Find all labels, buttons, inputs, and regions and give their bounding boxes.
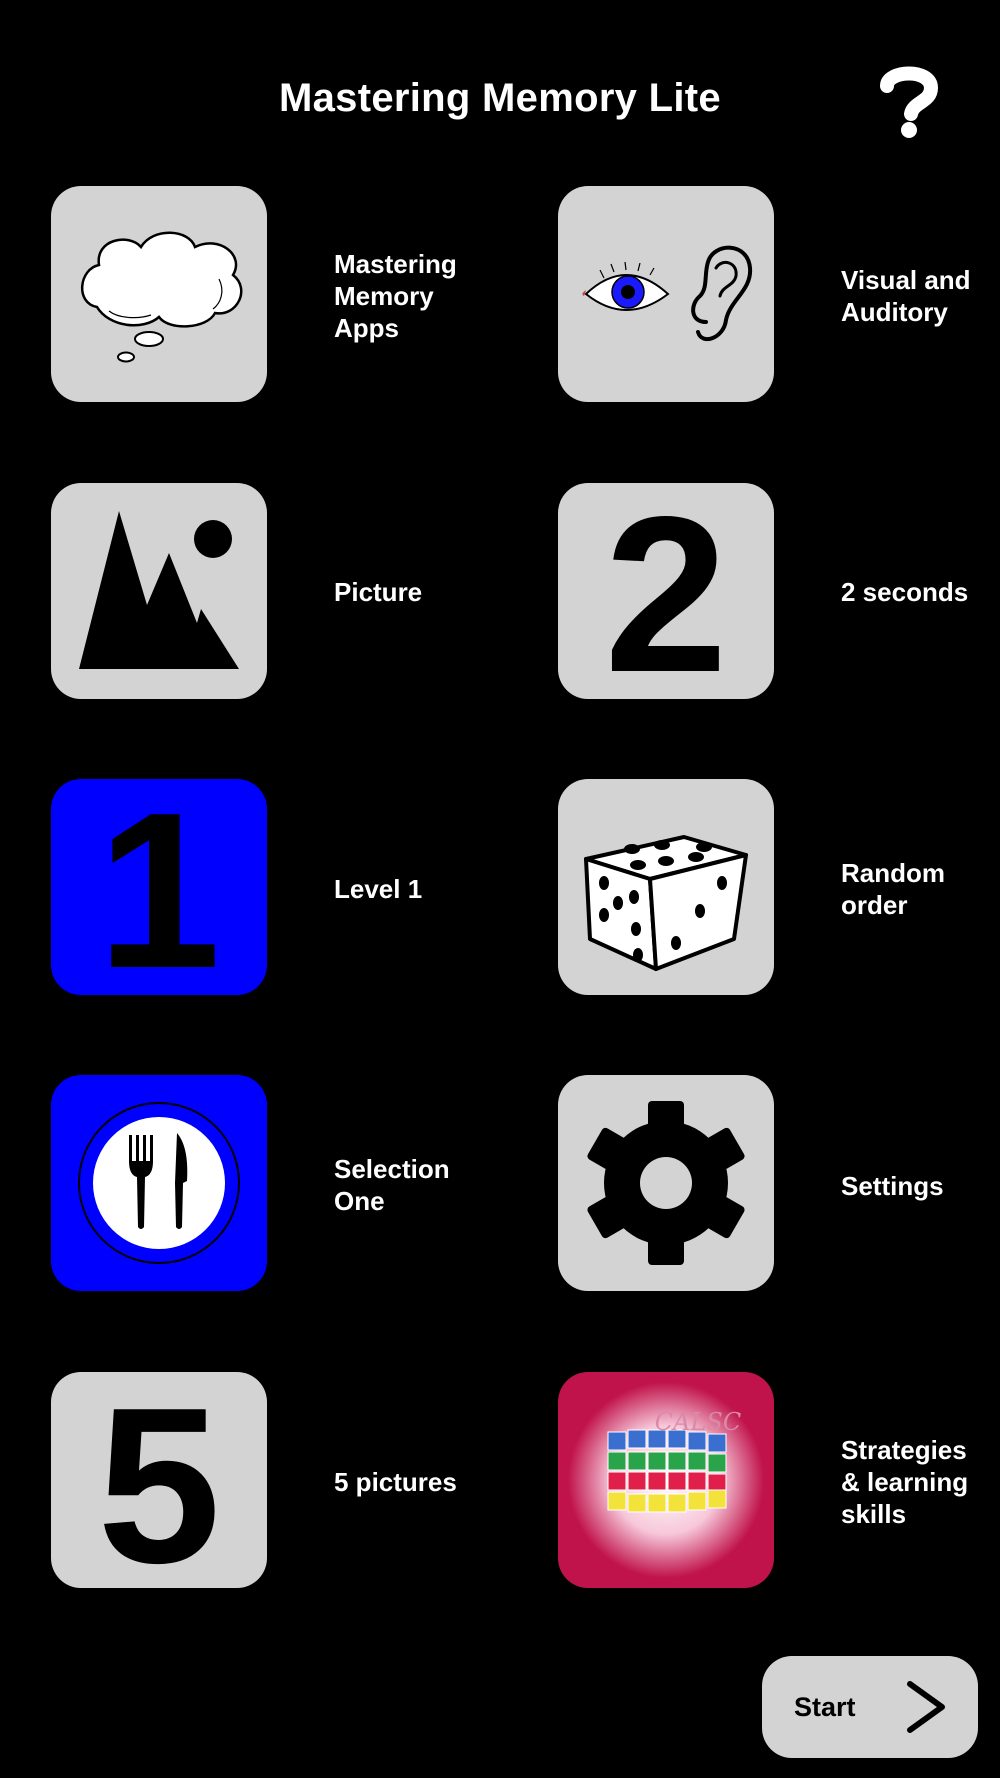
- option-tile-settings[interactable]: [558, 1075, 774, 1291]
- option-tile-level-1[interactable]: 1: [51, 779, 267, 995]
- option-label: Selection One: [334, 1154, 450, 1216]
- start-button[interactable]: Start: [762, 1656, 978, 1758]
- option-label: Strategies & learning skills: [841, 1435, 969, 1529]
- chevron-right-icon: [907, 1681, 945, 1733]
- plate-fork-knife-icon: [78, 1102, 240, 1264]
- calsc-logo-icon: CALSC: [568, 1382, 764, 1578]
- option-label: 5 pictures: [334, 1467, 457, 1497]
- option-label: Visual and Auditory: [841, 265, 971, 327]
- option-tile-selection-one[interactable]: [51, 1075, 267, 1291]
- gear-icon: [587, 1101, 745, 1265]
- picture-icon: [79, 511, 239, 669]
- option-label: 2 seconds: [841, 577, 969, 607]
- option-tile-2-seconds[interactable]: 2: [558, 483, 774, 699]
- number-1-icon: 1: [97, 779, 220, 995]
- app-title: Mastering Memory Lite: [279, 76, 721, 120]
- option-label: Settings: [841, 1171, 944, 1201]
- option-label: Level 1: [334, 874, 423, 904]
- svg-text:5: 5: [97, 1372, 220, 1588]
- option-tile-visual-auditory[interactable]: [558, 186, 774, 402]
- dice-icon: [584, 835, 748, 971]
- number-5-icon: 5: [97, 1372, 220, 1588]
- number-2-icon: 2: [604, 483, 727, 699]
- help-button[interactable]: [870, 60, 948, 144]
- option-tile-picture[interactable]: [51, 483, 267, 699]
- eye-ear-icon: [582, 245, 753, 342]
- option-tile-strategies[interactable]: CALSC: [558, 1372, 774, 1588]
- svg-text:1: 1: [97, 779, 220, 995]
- question-mark-icon: [880, 66, 939, 138]
- start-button-label: Start: [794, 1691, 856, 1722]
- option-tile-random-order[interactable]: [558, 779, 774, 995]
- option-tile-5-pictures[interactable]: 5: [51, 1372, 267, 1588]
- svg-text:CALSC: CALSC: [655, 1408, 741, 1436]
- option-tile-mastering-memory-apps[interactable]: [51, 186, 267, 402]
- option-label: Mastering Memory Apps: [334, 249, 457, 343]
- option-label: Random order: [841, 858, 945, 920]
- option-label: Picture: [334, 577, 423, 607]
- svg-text:2: 2: [604, 483, 727, 699]
- thought-bubble-icon: [80, 231, 243, 363]
